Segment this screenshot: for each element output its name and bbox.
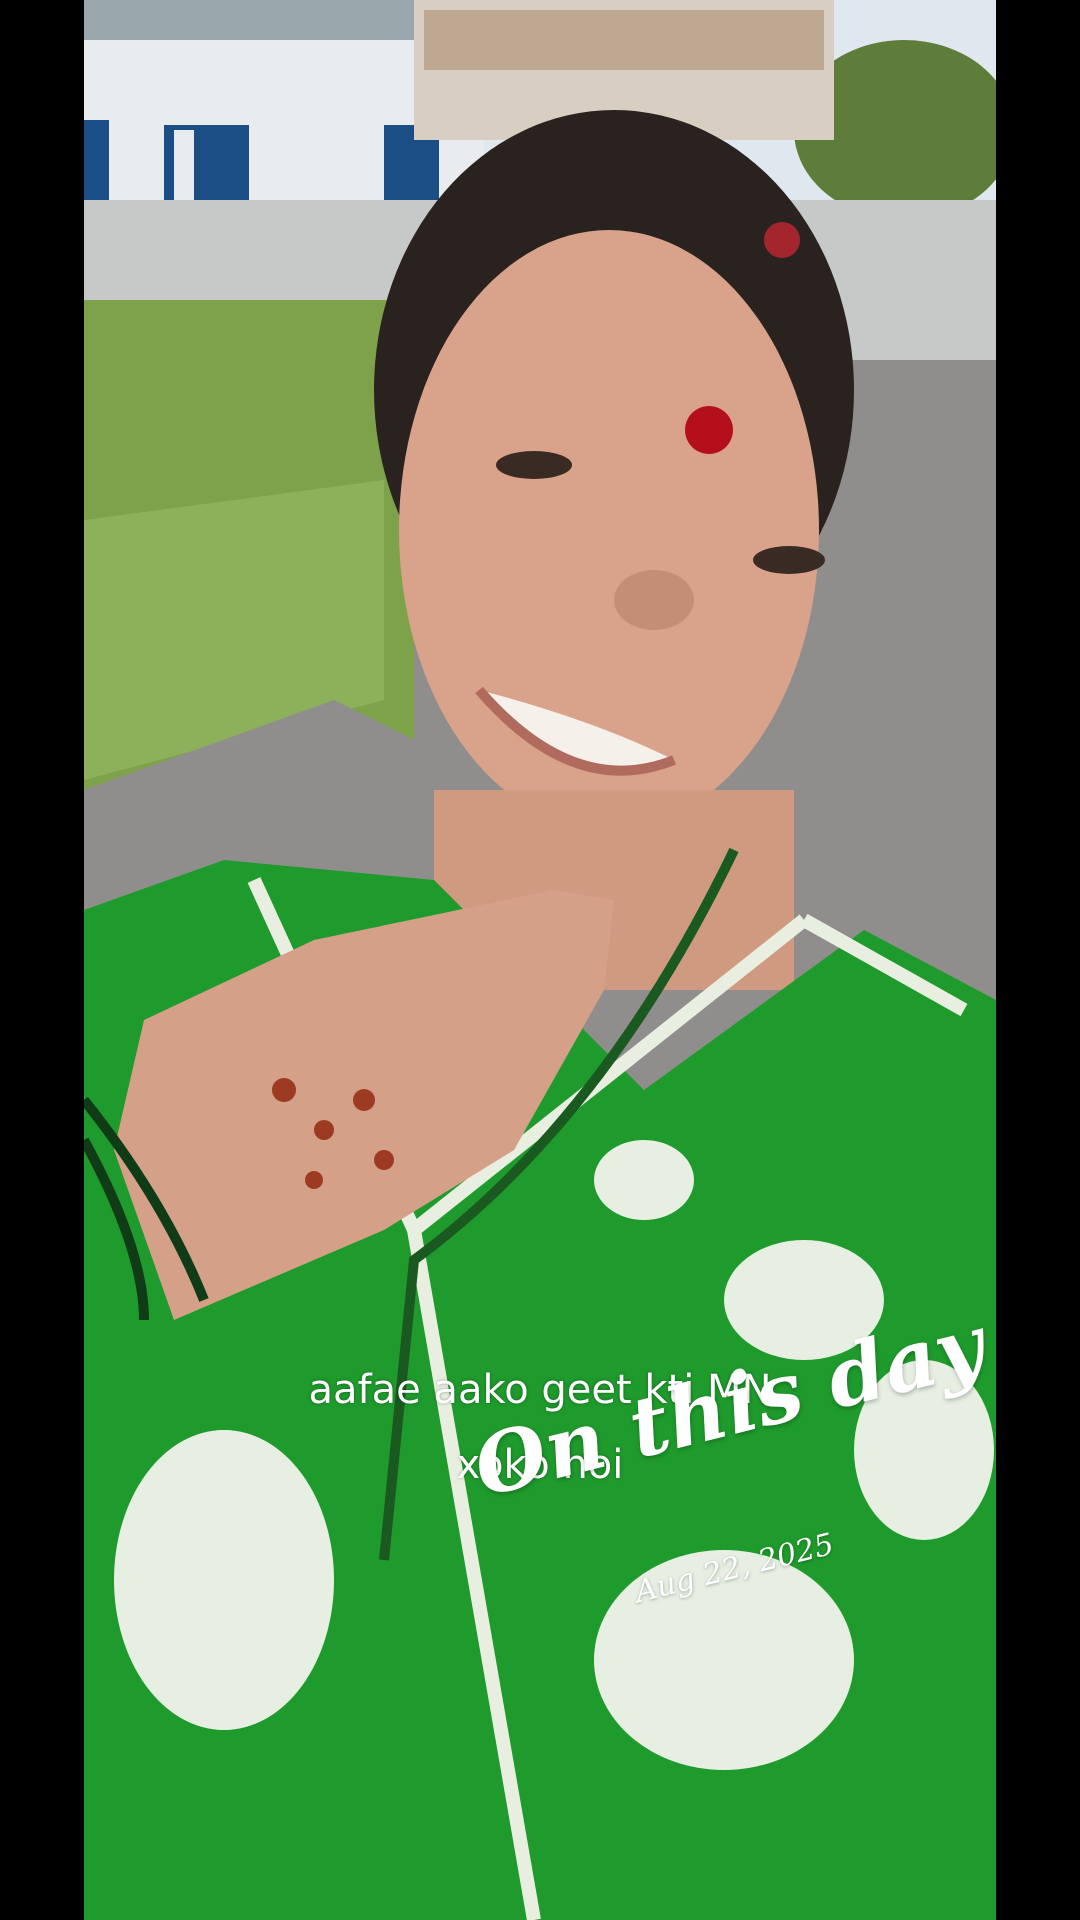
letterbox-right [996,0,1080,1920]
selfie-photo [84,0,996,1920]
letterbox-left [0,0,84,1920]
